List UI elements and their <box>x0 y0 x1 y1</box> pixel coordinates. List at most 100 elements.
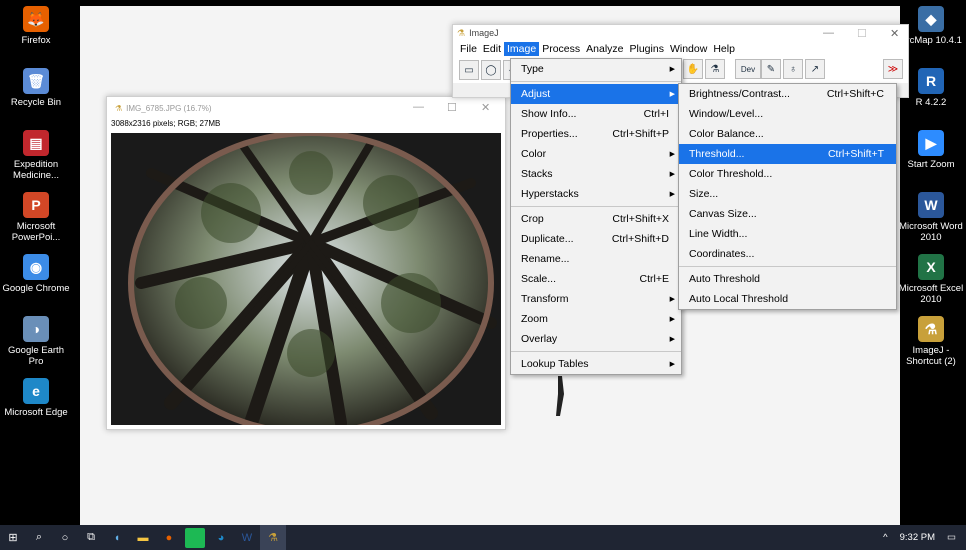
menu-item-shortcut: Ctrl+Shift+C <box>826 88 884 100</box>
excel-icon: X <box>918 254 944 280</box>
menu-item-color-threshold[interactable]: Color Threshold... <box>679 164 896 184</box>
imagej-titlebar[interactable]: ⚗ ImageJ — ☐ ✕ <box>453 25 908 41</box>
menu-item-shortcut: Ctrl+E <box>639 273 669 285</box>
menu-edit[interactable]: Edit <box>480 42 504 56</box>
brush-tool-icon[interactable]: ✎ <box>761 59 781 79</box>
menu-file[interactable]: File <box>457 42 480 56</box>
clock[interactable]: 9:32 PM <box>900 532 935 543</box>
canopy-image <box>111 133 501 425</box>
powerpoint-icon: P <box>23 192 49 218</box>
r-icon: R <box>918 68 944 94</box>
right-desktop-icon-2[interactable]: ▶ Start Zoom <box>896 130 966 170</box>
left-desktop-icon-0[interactable]: 🦊 Firefox <box>1 6 71 46</box>
menu-item-type[interactable]: Type ▶ <box>511 59 681 79</box>
left-desktop-icon-4[interactable]: ◉ Google Chrome <box>1 254 71 294</box>
desktop-icon-label: Expedition Medicine... <box>13 159 59 181</box>
menu-item-zoom[interactable]: Zoom ▶ <box>511 309 681 329</box>
spotify-icon[interactable] <box>185 527 205 548</box>
menu-item-line-width[interactable]: Line Width... <box>679 224 896 244</box>
menu-item-overlay[interactable]: Overlay ▶ <box>511 329 681 349</box>
menu-item-rename[interactable]: Rename... <box>511 249 681 269</box>
more-tools-button[interactable]: ≫ <box>883 59 903 79</box>
menu-item-label: Scale... <box>521 273 557 285</box>
file-explorer-icon[interactable]: ▬ <box>130 525 156 550</box>
menu-item-duplicate[interactable]: Duplicate... Ctrl+Shift+D <box>511 229 681 249</box>
menu-item-properties[interactable]: Properties... Ctrl+Shift+P <box>511 124 681 144</box>
menu-item-canvas-size[interactable]: Canvas Size... <box>679 204 896 224</box>
app-icon-1[interactable]: ◖ <box>104 525 130 550</box>
search-icon[interactable]: ⌕ <box>26 525 52 550</box>
menu-item-shortcut: Ctrl+Shift+T <box>827 148 884 160</box>
task-view-icon[interactable]: ⧉ <box>78 525 104 550</box>
menu-analyze[interactable]: Analyze <box>583 42 626 56</box>
menu-help[interactable]: Help <box>710 42 738 56</box>
menu-window[interactable]: Window <box>667 42 710 56</box>
left-desktop-icon-2[interactable]: ▤ Expedition Medicine... <box>1 130 71 181</box>
arrow-tool-icon[interactable]: ↗ <box>805 59 825 79</box>
left-desktop-icon-3[interactable]: P Microsoft PowerPoi... <box>1 192 71 243</box>
submenu-arrow-icon: ▶ <box>669 66 675 73</box>
right-desktop-icon-4[interactable]: X Microsoft Excel 2010 <box>896 254 966 305</box>
menu-item-coordinates[interactable]: Coordinates... <box>679 244 896 264</box>
menu-item-lookup-tables[interactable]: Lookup Tables ▶ <box>511 354 681 374</box>
imagej-title: ImageJ <box>469 28 499 38</box>
oval-tool-icon[interactable]: ◯ <box>481 60 501 80</box>
arcmap-icon: ◆ <box>918 6 944 32</box>
recycle-bin-icon: 🗑 <box>23 68 49 94</box>
menu-item-window-level[interactable]: Window/Level... <box>679 104 896 124</box>
rectangle-tool-icon[interactable]: ▭ <box>459 60 479 80</box>
fisheye-canopy-photo[interactable] <box>111 133 501 425</box>
menu-item-transform[interactable]: Transform ▶ <box>511 289 681 309</box>
menu-item-label: Size... <box>689 188 719 200</box>
menu-item-label: Adjust <box>521 88 551 100</box>
image-window[interactable]: ⚗ IMG_6785.JPG (16.7%) — ☐ ✕ 3088x2316 p… <box>106 96 506 430</box>
right-desktop-icon-5[interactable]: ⚗ ImageJ - Shortcut (2) <box>896 316 966 367</box>
menu-item-crop[interactable]: Crop Ctrl+Shift+X <box>511 209 681 229</box>
minimize-button[interactable]: — <box>413 101 424 113</box>
menu-process[interactable]: Process <box>539 42 583 56</box>
desktop-icon-label: R 4.2.2 <box>915 97 947 108</box>
menu-image[interactable]: Image <box>504 42 540 56</box>
imagej-taskbar-icon[interactable]: ⚗ <box>260 525 286 550</box>
menu-plugins[interactable]: Plugins <box>627 42 667 56</box>
menu-item-auto-threshold[interactable]: Auto Threshold <box>679 269 896 289</box>
menu-item-size[interactable]: Size... <box>679 184 896 204</box>
submenu-arrow-icon: ▶ <box>669 296 675 303</box>
menu-item-auto-local-threshold[interactable]: Auto Local Threshold <box>679 289 896 309</box>
menu-item-stacks[interactable]: Stacks ▶ <box>511 164 681 184</box>
menu-item-shortcut: Ctrl+Shift+P <box>612 128 669 140</box>
menu-item-label: Zoom <box>521 313 548 325</box>
dropper-tool-icon[interactable]: ⚗ <box>705 59 725 79</box>
dev-tool-button[interactable]: Dev <box>735 59 761 79</box>
maximize-button[interactable]: ☐ <box>857 27 867 40</box>
menu-item-brightness-contrast[interactable]: Brightness/Contrast... Ctrl+Shift+C <box>679 84 896 104</box>
menu-item-adjust[interactable]: Adjust ▶ <box>511 84 681 104</box>
cortana-icon[interactable]: ○ <box>52 525 78 550</box>
menu-item-label: Auto Threshold <box>689 273 761 285</box>
close-button[interactable]: ✕ <box>481 101 490 114</box>
cursor-artifact-icon <box>556 376 564 416</box>
hand-tool-icon[interactable]: ✋ <box>683 59 703 79</box>
menu-item-color-balance[interactable]: Color Balance... <box>679 124 896 144</box>
image-window-titlebar[interactable]: ⚗ IMG_6785.JPG (16.7%) <box>107 97 505 119</box>
menu-separator <box>511 81 681 82</box>
menu-item-show-info[interactable]: Show Info... Ctrl+I <box>511 104 681 124</box>
menu-item-scale[interactable]: Scale... Ctrl+E <box>511 269 681 289</box>
menu-item-color[interactable]: Color ▶ <box>511 144 681 164</box>
start-windows-icon[interactable]: ⊞ <box>0 525 26 550</box>
close-button[interactable]: ✕ <box>890 27 899 40</box>
right-desktop-icon-3[interactable]: W Microsoft Word 2010 <box>896 192 966 243</box>
tray-chevron-icon[interactable]: ^ <box>883 532 887 543</box>
notifications-icon[interactable]: ▭ <box>947 532 956 543</box>
maximize-button[interactable]: ☐ <box>447 101 457 114</box>
word-taskbar-icon[interactable]: W <box>234 525 260 550</box>
firefox-taskbar-icon[interactable]: ● <box>156 525 182 550</box>
menu-item-hyperstacks[interactable]: Hyperstacks ▶ <box>511 184 681 204</box>
left-desktop-icon-6[interactable]: e Microsoft Edge <box>1 378 71 418</box>
menu-item-threshold[interactable]: Threshold... Ctrl+Shift+T <box>679 144 896 164</box>
left-desktop-icon-5[interactable]: ◑ Google Earth Pro <box>1 316 71 367</box>
edge-taskbar-icon[interactable]: ◕ <box>208 525 234 550</box>
left-desktop-icon-1[interactable]: 🗑 Recycle Bin <box>1 68 71 108</box>
minimize-button[interactable]: — <box>823 27 834 39</box>
flood-fill-icon[interactable]: ♁ <box>783 59 803 79</box>
